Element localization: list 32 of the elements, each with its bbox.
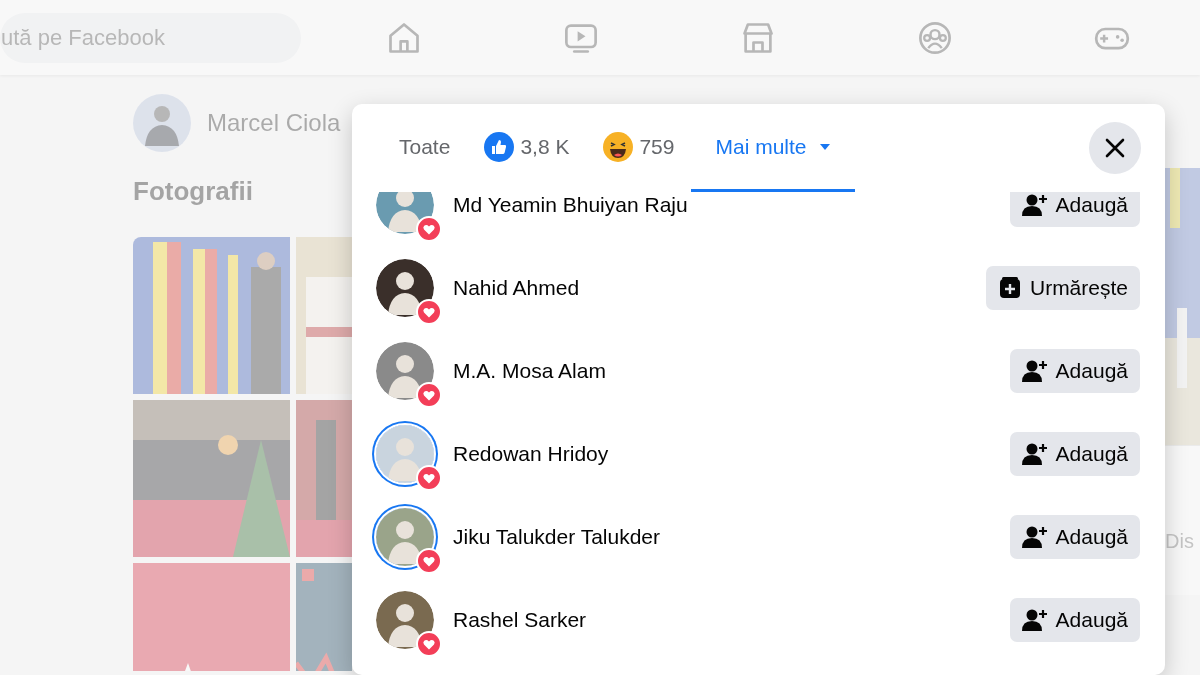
person-name[interactable]: M.A. Mosa Alam <box>453 354 606 387</box>
like-icon <box>484 131 515 162</box>
add-friend-button[interactable]: Adaugă <box>1009 514 1140 559</box>
close-button[interactable] <box>1089 122 1141 174</box>
add-friend-button[interactable]: Adaugă <box>1009 597 1140 642</box>
laughing-face-icon <box>603 131 634 162</box>
section-title: Fotografii <box>133 175 254 208</box>
reaction-tab[interactable]: Toate <box>382 104 468 192</box>
avatar[interactable] <box>376 258 434 317</box>
person-name[interactable]: Redowan Hridoy <box>453 437 609 470</box>
close-icon <box>1105 138 1125 158</box>
reaction-tab[interactable]: 759 <box>586 104 692 192</box>
reaction-tab[interactable]: 3,8 K <box>467 104 587 192</box>
add-person-icon <box>1021 441 1048 466</box>
person-name[interactable]: Rashel Sarker <box>453 603 587 636</box>
add-person-icon <box>1021 524 1048 549</box>
search-field[interactable]: ută pe Facebook <box>0 12 301 63</box>
add-friend-button[interactable]: Adaugă <box>1009 431 1140 476</box>
reaction-tab[interactable]: Mai multe <box>691 104 855 192</box>
person-name[interactable]: Md Yeamin Bhuiyan Raju <box>453 192 688 221</box>
profile-name: Marcel Ciola <box>207 108 341 138</box>
follow-button[interactable]: Urmărește <box>985 265 1140 310</box>
caret-icon <box>818 142 831 151</box>
add-person-icon <box>1021 358 1048 383</box>
person-name[interactable]: Nahid Ahmed <box>453 271 580 304</box>
person-name[interactable]: Jiku Talukder Talukder <box>453 520 660 553</box>
follow-icon <box>997 275 1022 300</box>
add-friend-button[interactable]: Adaugă <box>1009 192 1140 227</box>
avatar <box>133 94 191 152</box>
add-person-icon <box>1021 607 1048 632</box>
add-friend-button[interactable]: Adaugă <box>1009 348 1140 393</box>
add-person-icon <box>1021 192 1048 217</box>
